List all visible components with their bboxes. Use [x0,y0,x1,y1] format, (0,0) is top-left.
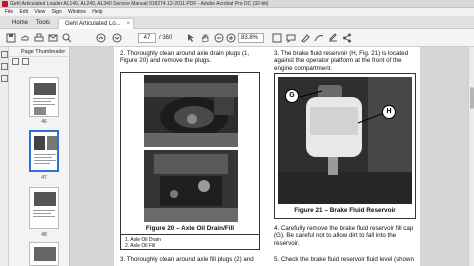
step-3-right-text: 3. The brake fluid reservoir (H, Fig. 21… [274,50,409,72]
print-icon[interactable] [34,33,44,43]
callout-h: H [382,105,396,119]
document-viewer[interactable]: 2. Thoroughly clean around axle drain pl… [70,47,474,266]
attachments-icon[interactable] [1,75,8,82]
thumbnails-header: Page Thumbnails × [9,47,69,57]
step-3-left-text: 3. Thoroughly clean around axle fill plu… [120,256,254,263]
page-thumbnail-46[interactable] [29,77,59,117]
window-title-bar: Gehl Articulated Loader AL140, AL240, AL… [0,0,474,8]
bookmarks-icon[interactable] [1,63,8,70]
select-cursor-icon[interactable] [186,33,196,43]
axle-fill-photo [144,150,238,222]
draw-icon[interactable] [314,33,324,43]
main-toolbar: 47 / 360 83.8% [0,29,474,47]
page-total-label: / 360 [159,35,173,41]
menu-bar: File Edit View Sign Window Help [0,8,474,16]
figure-21-caption: Figure 21 – Brake Fluid Reservoir [294,207,396,214]
page-thumbnail-47[interactable] [29,130,59,172]
page-up-icon[interactable] [96,33,106,43]
close-panel-icon[interactable]: × [63,47,66,57]
step-5-text: 5. Check the brake fluid reservoir fluid… [274,256,414,263]
menu-view[interactable]: View [34,9,45,15]
page-thumbnail-next[interactable] [29,242,59,266]
cloud-upload-icon[interactable] [20,33,30,43]
thumbnails-title: Page Thumbnails [21,49,64,55]
menu-help[interactable]: Help [92,9,102,15]
figure-20-legend-2: 2. Axle Oil Fill [125,243,156,249]
menu-file[interactable]: File [5,9,13,15]
tab-close-icon[interactable]: × [126,19,130,29]
thumbnail-label-47: 47 [41,175,47,181]
page-thumbnails-panel: Page Thumbnails × 46 47 48 [9,47,70,266]
navigation-rail [0,47,9,266]
delete-page-icon[interactable] [22,58,29,65]
page-number-input[interactable]: 47 [138,33,156,43]
page-thumbnail-48[interactable] [29,187,59,229]
hand-tool-icon[interactable] [200,33,210,43]
menu-window[interactable]: Window [68,9,86,15]
zoom-out-icon[interactable] [214,33,224,43]
highlight-icon[interactable] [300,33,310,43]
share-icon[interactable] [342,33,352,43]
figure-21-frame: G H Figure 21 – Brake Fluid Reservoir [274,73,416,219]
tab-bar: Home Tools Gehl Articulated Lo... × [0,16,474,29]
marquee-zoom-icon[interactable] [272,33,282,43]
save-icon[interactable] [6,33,16,43]
tab-document-label: Gehl Articulated Lo... [65,21,121,27]
thumbnails-toolbar [9,57,69,66]
thumbnail-options-icon[interactable] [12,58,19,65]
thumbnail-label-46: 46 [41,119,47,125]
thumbnail-label-48: 48 [41,232,47,238]
window-title: Gehl Articulated Loader AL140, AL240, AL… [10,1,269,7]
axle-drain-photo [144,75,238,147]
step-2-text: 2. Thoroughly clean around axle drain pl… [120,50,250,65]
zoom-in-icon[interactable] [226,33,236,43]
scrollbar-thumb[interactable] [470,87,474,109]
tab-document[interactable]: Gehl Articulated Lo... × [58,18,134,29]
sign-icon[interactable] [328,33,338,43]
page-down-icon[interactable] [112,33,122,43]
step-4-text: 4. Carefully remove the brake fluid rese… [274,225,414,247]
vertical-scrollbar[interactable] [468,47,474,266]
acrobat-app-icon [2,1,8,7]
menu-sign[interactable]: Sign [52,9,62,15]
search-icon[interactable] [62,33,72,43]
pdf-page: 2. Thoroughly clean around axle drain pl… [114,47,420,266]
zoom-level-select[interactable]: 83.8% [238,33,264,43]
callout-g: G [285,89,299,103]
figure-20-divider [121,234,259,235]
figure-20-frame: Figure 20 – Axle Oil Drain/Fill 1. Axle … [120,72,260,250]
brake-reservoir-photo: G H [278,77,412,204]
menu-edit[interactable]: Edit [19,9,28,15]
figure-20-caption: Figure 20 – Axle Oil Drain/Fill [145,225,235,232]
comment-icon[interactable] [286,33,296,44]
email-icon[interactable] [48,33,58,43]
page-thumbnails-icon[interactable] [1,51,8,58]
tab-tools[interactable]: Tools [30,18,56,29]
